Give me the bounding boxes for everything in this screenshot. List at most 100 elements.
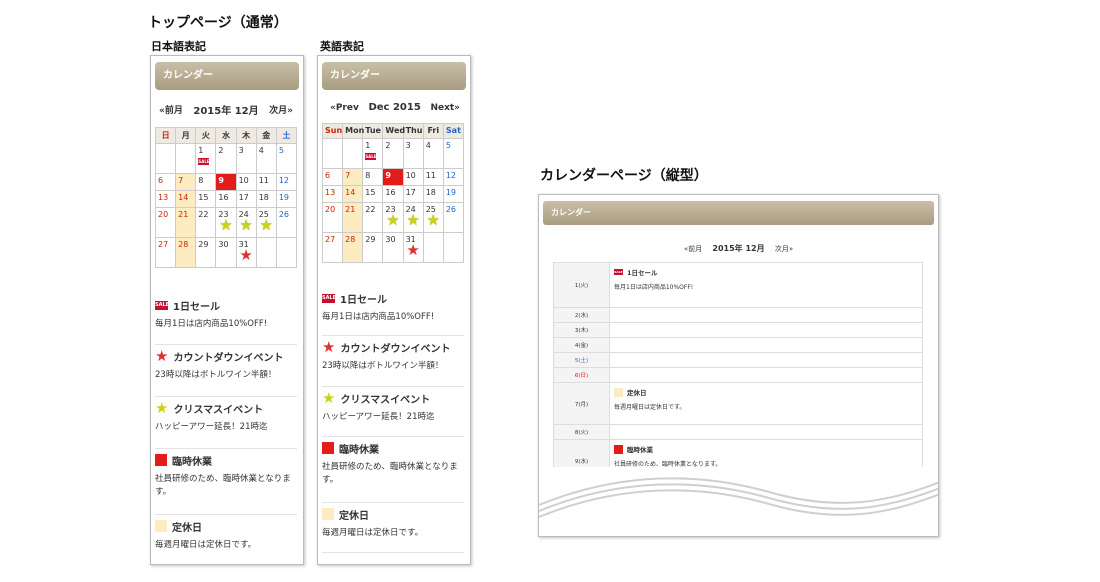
day-cell[interactable]: 2: [215, 143, 237, 174]
day-cell[interactable]: 8: [362, 168, 384, 186]
day-cell[interactable]: 9: [382, 168, 404, 186]
vertical-calendar-panel: カレンダー «前月 2015年 12月 次月» 1(火) SALE 1日セール 毎月1…: [538, 194, 939, 537]
day-cell[interactable]: 31 ★: [235, 237, 257, 268]
next-month-link[interactable]: Next»: [430, 103, 460, 113]
day-cell[interactable]: 8: [195, 173, 217, 191]
day-number: 4: [425, 141, 431, 150]
next-month-link[interactable]: 次月»: [269, 103, 293, 116]
day-cell[interactable]: 3: [235, 143, 257, 174]
day-cell[interactable]: 1 SALE: [362, 138, 384, 169]
day-cell[interactable]: 30: [382, 232, 404, 263]
month-nav: «前月 2015年 12月 次月»: [539, 243, 938, 254]
day-row: 8(火): [554, 425, 922, 440]
day-cell[interactable]: 26: [275, 207, 298, 238]
day-cell[interactable]: 21: [175, 207, 197, 238]
day-cell[interactable]: 24 ★: [235, 207, 257, 238]
day-cell[interactable]: 6: [321, 168, 344, 186]
day-cell[interactable]: 20: [154, 207, 177, 238]
day-cell[interactable]: 14: [342, 185, 364, 203]
legend-title: 定休日: [155, 519, 297, 534]
day-cell[interactable]: 10: [402, 168, 424, 186]
day-cell[interactable]: 21: [342, 202, 364, 233]
red-star-icon: ★: [155, 346, 169, 365]
red-square-icon: [155, 454, 167, 466]
day-cell[interactable]: 27: [321, 232, 344, 263]
day-cell[interactable]: 4: [255, 143, 277, 174]
day-cell[interactable]: 29: [195, 237, 217, 268]
day-cell[interactable]: 17: [235, 190, 257, 208]
day-row: 7(月) 定休日 毎週月曜日は定休日です。: [554, 383, 922, 425]
day-cell[interactable]: 13: [321, 185, 344, 203]
day-cell[interactable]: 26: [442, 202, 465, 233]
legend-desc: 毎月1日は店内商品10%OFF!: [322, 312, 435, 322]
day-cell[interactable]: 7: [175, 173, 197, 191]
next-month-link[interactable]: 次月»: [775, 245, 793, 253]
empty-cell: [342, 138, 364, 169]
red-square-icon: [614, 444, 623, 454]
legend-desc: 23時以降はボトルワイン半額！: [155, 370, 277, 380]
day-cell[interactable]: 22: [362, 202, 384, 233]
day-label: 3(木): [554, 323, 610, 337]
day-cell[interactable]: 19: [442, 185, 465, 203]
day-cell[interactable]: 5: [442, 138, 465, 169]
day-cell[interactable]: 20: [321, 202, 344, 233]
day-cell[interactable]: 4: [422, 138, 444, 169]
yellow-star-icon: ★: [386, 211, 400, 229]
day-number: 7: [345, 171, 351, 180]
day-cell[interactable]: 31 ★: [402, 232, 424, 263]
day-cell[interactable]: 16: [215, 190, 237, 208]
day-number: 17: [238, 193, 249, 202]
day-cell[interactable]: 24 ★: [402, 202, 424, 233]
day-cell[interactable]: 18: [422, 185, 444, 203]
day-cell[interactable]: 11: [255, 173, 277, 191]
day-cell[interactable]: 5: [275, 143, 298, 174]
day-cell[interactable]: 15: [195, 190, 217, 208]
prev-month-link[interactable]: «Prev: [330, 103, 359, 113]
day-cell[interactable]: 10: [235, 173, 257, 191]
day-cell[interactable]: 18: [255, 190, 277, 208]
day-cell[interactable]: 23 ★: [215, 207, 237, 238]
day-cell[interactable]: 30: [215, 237, 237, 268]
day-cell[interactable]: 25 ★: [422, 202, 444, 233]
weekday-header: 金: [255, 127, 277, 144]
day-cell[interactable]: 16: [382, 185, 404, 203]
day-number: 6: [158, 176, 164, 185]
week-row: 6 7 8 9 10 11 12: [154, 173, 298, 191]
day-number: 26: [278, 210, 290, 219]
day-cell[interactable]: 17: [402, 185, 424, 203]
weekday-header: Thu: [402, 123, 424, 139]
day-cell[interactable]: 9: [215, 173, 237, 191]
day-cell[interactable]: 23 ★: [382, 202, 404, 233]
legend-desc: 23時以降はボトルワイン半額！: [322, 361, 444, 371]
day-cell[interactable]: 3: [402, 138, 424, 169]
day-cell[interactable]: 29: [362, 232, 384, 263]
day-cell[interactable]: 7: [342, 168, 364, 186]
day-cell[interactable]: 12: [442, 168, 465, 186]
day-cell[interactable]: 25 ★: [255, 207, 277, 238]
day-cell[interactable]: 1 SALE: [195, 143, 217, 174]
day-cell[interactable]: 2: [382, 138, 404, 169]
cream-square-icon: [322, 508, 334, 520]
day-cell[interactable]: 19: [275, 190, 298, 208]
day-cell[interactable]: 6: [154, 173, 177, 191]
week-row: 27 28 29 30 31 ★: [154, 237, 298, 268]
prev-month-link[interactable]: «前月: [159, 103, 183, 116]
day-cell[interactable]: 15: [362, 185, 384, 203]
empty-cell: [255, 237, 277, 268]
weekday-header: 日: [154, 127, 177, 144]
day-cell[interactable]: 27: [154, 237, 177, 268]
legend-desc: ハッピーアワー延長！21時迄: [322, 412, 435, 422]
day-cell[interactable]: 14: [175, 190, 197, 208]
day-cell[interactable]: 28: [175, 237, 197, 268]
day-cell[interactable]: 28: [342, 232, 364, 263]
day-number: 29: [365, 235, 376, 244]
day-row: 6(日): [554, 368, 922, 383]
day-cell[interactable]: 13: [154, 190, 177, 208]
month-nav: «Prev Dec 2015 Next»: [330, 102, 460, 113]
empty-cell: [442, 232, 465, 263]
legend-title: SALE 1日セール: [322, 291, 464, 306]
day-cell[interactable]: 12: [275, 173, 298, 191]
day-cell[interactable]: 11: [422, 168, 444, 186]
prev-month-link[interactable]: «前月: [684, 245, 702, 253]
day-cell[interactable]: 22: [195, 207, 217, 238]
